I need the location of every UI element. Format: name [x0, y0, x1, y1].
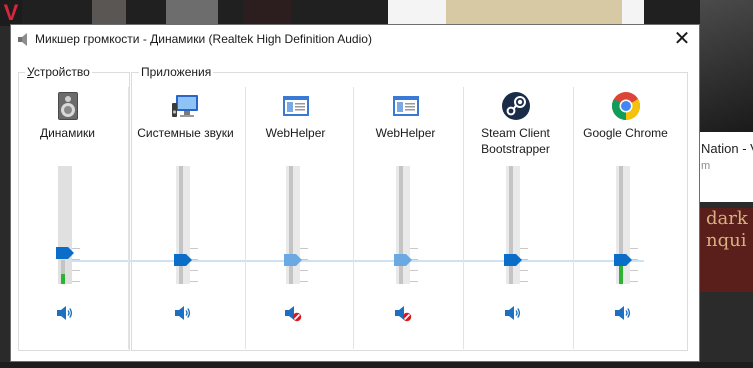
background-photo: [700, 0, 753, 132]
background-artwork: dark nqui: [700, 208, 753, 292]
volume-slider-thumb[interactable]: [504, 254, 522, 266]
volume-slider-thumb[interactable]: [56, 247, 74, 259]
app-name: Системные звуки: [137, 126, 234, 140]
volume-slider-thumb[interactable]: [174, 254, 192, 266]
muted-speaker-button[interactable]: [284, 304, 302, 322]
app-volume-slider[interactable]: [506, 166, 520, 284]
speaker-icon: [57, 306, 73, 320]
close-icon: ✕: [673, 26, 691, 50]
speaker-title-icon: [18, 33, 27, 46]
device-label-accesskey: У: [27, 65, 34, 79]
app-volume-slider[interactable]: [396, 166, 410, 284]
chrome-icon[interactable]: [611, 91, 641, 121]
speaker-muted-icon: [285, 306, 302, 322]
device-name: Динамики: [39, 126, 96, 140]
device-volume-slider[interactable]: [58, 166, 72, 284]
background-card-title: Nation - V: [701, 141, 753, 156]
app-window-icon[interactable]: [391, 91, 421, 121]
speaker-mute-button[interactable]: [614, 304, 632, 322]
speaker-icon: [175, 306, 191, 320]
app-name: WebHelper: [265, 126, 326, 140]
background-parchment: [446, 0, 622, 24]
slider-track-fill: [399, 166, 403, 284]
device-group-label: Устройство: [25, 65, 92, 79]
speaker-mute-button[interactable]: [56, 304, 74, 322]
column-separator: [128, 87, 129, 349]
speaker-icon: [615, 306, 631, 320]
desktop-background-bottom: [0, 362, 753, 368]
volume-slider-thumb[interactable]: [394, 254, 412, 266]
app-volume-slider[interactable]: [176, 166, 190, 284]
background-thumbnail: [243, 0, 291, 24]
system-sounds-icon[interactable]: [171, 91, 201, 121]
speaker-device-icon[interactable]: [53, 91, 83, 121]
speaker-muted-icon: [395, 306, 412, 322]
speaker-mute-button[interactable]: [174, 304, 192, 322]
slider-track-fill: [509, 166, 513, 284]
peak-meter: [61, 274, 65, 284]
background-thumbnail: [166, 0, 218, 24]
speaker-icon: [505, 306, 521, 320]
window-title: Микшер громкости - Динамики (Realtek Hig…: [35, 32, 372, 46]
volume-mixer-window: Микшер громкости - Динамики (Realtek Hig…: [10, 24, 700, 362]
app-window-icon[interactable]: [281, 91, 311, 121]
background-card-subtitle: m: [701, 160, 711, 172]
title-bar[interactable]: Микшер громкости - Динамики (Realtek Hig…: [11, 25, 699, 53]
volume-slider-thumb[interactable]: [284, 254, 302, 266]
device-label-text: стройство: [33, 65, 90, 79]
background-logo-v: V: [0, 0, 22, 26]
steam-icon[interactable]: [501, 91, 531, 121]
app-name: WebHelper: [375, 126, 436, 140]
close-button[interactable]: ✕: [665, 25, 699, 53]
volume-slider-thumb[interactable]: [614, 254, 632, 266]
app-name: Steam Client Bootstrapper: [481, 126, 550, 156]
slider-track-fill: [289, 166, 293, 284]
speaker-mute-button[interactable]: [504, 304, 522, 322]
desktop-background-left: [0, 0, 10, 368]
muted-speaker-button[interactable]: [394, 304, 412, 322]
background-thumbnail: [92, 0, 126, 24]
app-name: Google Chrome: [583, 126, 668, 140]
applications-group-label: Приложения: [139, 65, 214, 79]
app-volume-slider[interactable]: [286, 166, 300, 284]
slider-track-fill: [179, 166, 183, 284]
